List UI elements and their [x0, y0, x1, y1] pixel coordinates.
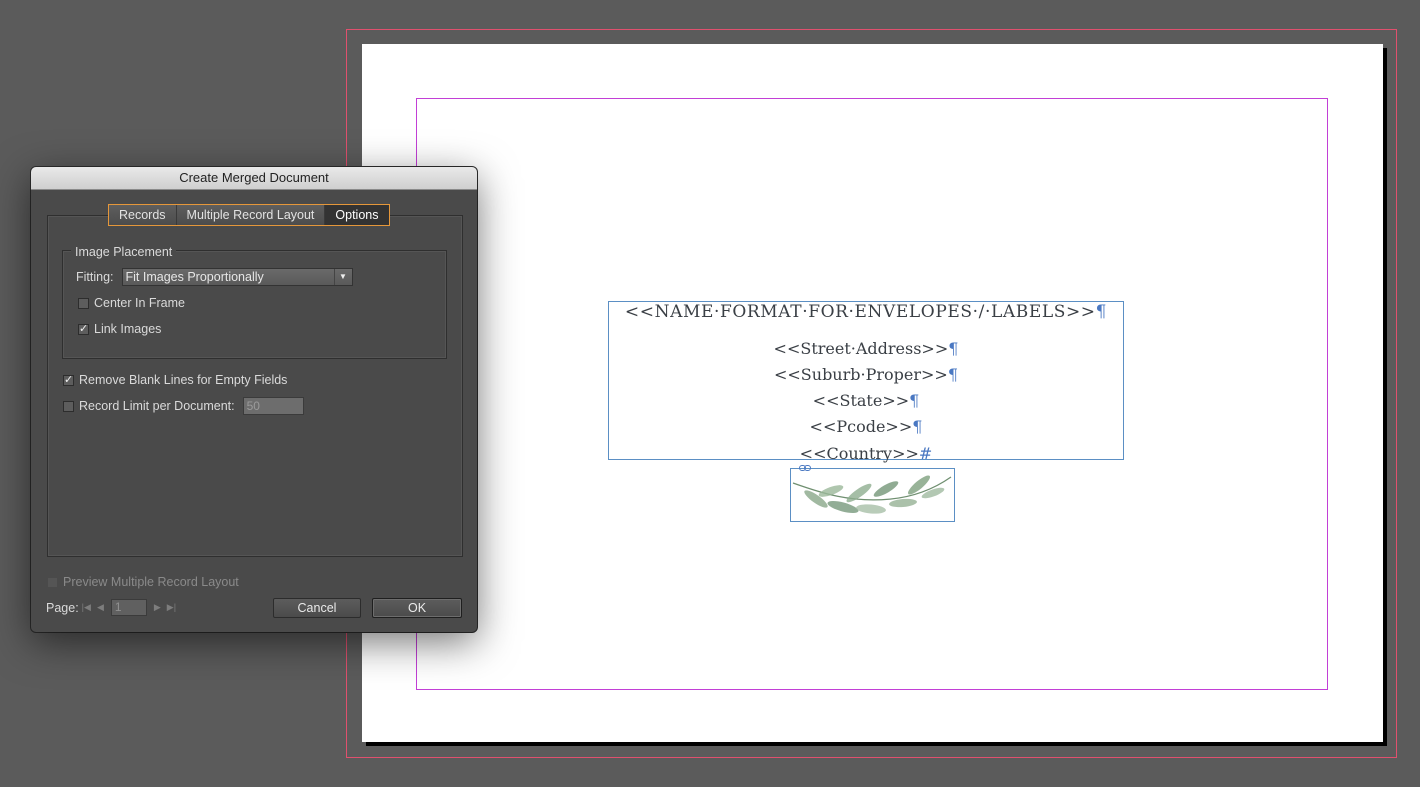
merge-field-country[interactable]: <<Country>># — [609, 444, 1123, 463]
image-frame[interactable] — [790, 465, 955, 522]
center-in-frame-checkbox[interactable] — [78, 297, 89, 309]
remove-blank-lines-label[interactable]: Remove Blank Lines for Empty Fields — [79, 373, 287, 387]
merge-field-state[interactable]: <<State>>¶ — [609, 391, 1123, 410]
record-limit-input[interactable]: 50 — [242, 397, 304, 415]
tab-multiple-record-layout[interactable]: Multiple Record Layout — [176, 205, 326, 225]
merge-field-pcode[interactable]: <<Pcode>>¶ — [609, 417, 1123, 436]
dialog-title[interactable]: Create Merged Document — [31, 167, 477, 190]
remove-blank-lines-checkbox[interactable]: ✓ — [63, 374, 74, 386]
fitting-row: Fitting: Fit Images Proportionally ▼ — [76, 268, 353, 286]
create-merged-document-dialog: Create Merged Document Records Multiple … — [31, 167, 477, 632]
leaf-branch-image — [792, 475, 952, 514]
dropdown-arrow-icon: ▼ — [333, 269, 352, 285]
link-images-row: ✓ Link Images — [78, 322, 161, 336]
merge-field-suburb[interactable]: <<Suburb·Proper>>¶ — [609, 365, 1123, 384]
preview-row: Preview Multiple Record Layout — [47, 575, 239, 589]
page-nav-row: Page: |◀ ◀ 1 ▶ ▶| — [46, 599, 179, 616]
merge-field-street-address[interactable]: <<Street·Address>>¶ — [609, 339, 1123, 358]
image-placement-label: Image Placement — [71, 245, 177, 259]
ok-button[interactable]: OK — [372, 598, 462, 618]
record-limit-label[interactable]: Record Limit per Document: — [79, 399, 235, 413]
remove-blank-lines-row: ✓ Remove Blank Lines for Empty Fields — [63, 373, 287, 387]
tab-options[interactable]: Options — [325, 205, 389, 225]
record-limit-checkbox[interactable] — [63, 400, 74, 412]
tab-bar: Records Multiple Record Layout Options — [108, 204, 390, 226]
page-label: Page: — [46, 600, 79, 615]
last-page-icon[interactable]: ▶| — [167, 602, 176, 613]
link-images-checkbox[interactable]: ✓ — [78, 323, 89, 335]
preview-checkbox[interactable] — [47, 576, 58, 588]
next-page-icon[interactable]: ▶ — [154, 602, 161, 613]
record-limit-row: Record Limit per Document: 50 — [63, 397, 304, 415]
merge-text-frame[interactable]: <<NAME·FORMAT·FOR·ENVELOPES·/·LABELS>>¶ … — [608, 301, 1124, 463]
first-page-icon[interactable]: |◀ — [82, 602, 91, 613]
page-number-input[interactable]: 1 — [110, 599, 147, 616]
center-in-frame-label[interactable]: Center In Frame — [94, 296, 185, 310]
fitting-label: Fitting: — [76, 270, 114, 284]
fitting-value: Fit Images Proportionally — [125, 270, 264, 284]
fitting-select[interactable]: Fit Images Proportionally ▼ — [121, 268, 353, 286]
tab-records[interactable]: Records — [109, 205, 177, 225]
center-in-frame-row: Center In Frame — [78, 296, 185, 310]
preview-label: Preview Multiple Record Layout — [63, 575, 239, 589]
previous-page-icon[interactable]: ◀ — [97, 602, 104, 613]
link-images-label[interactable]: Link Images — [94, 322, 161, 336]
cancel-button[interactable]: Cancel — [273, 598, 361, 618]
merge-field-name-format[interactable]: <<NAME·FORMAT·FOR·ENVELOPES·/·LABELS>>¶ — [609, 302, 1123, 322]
